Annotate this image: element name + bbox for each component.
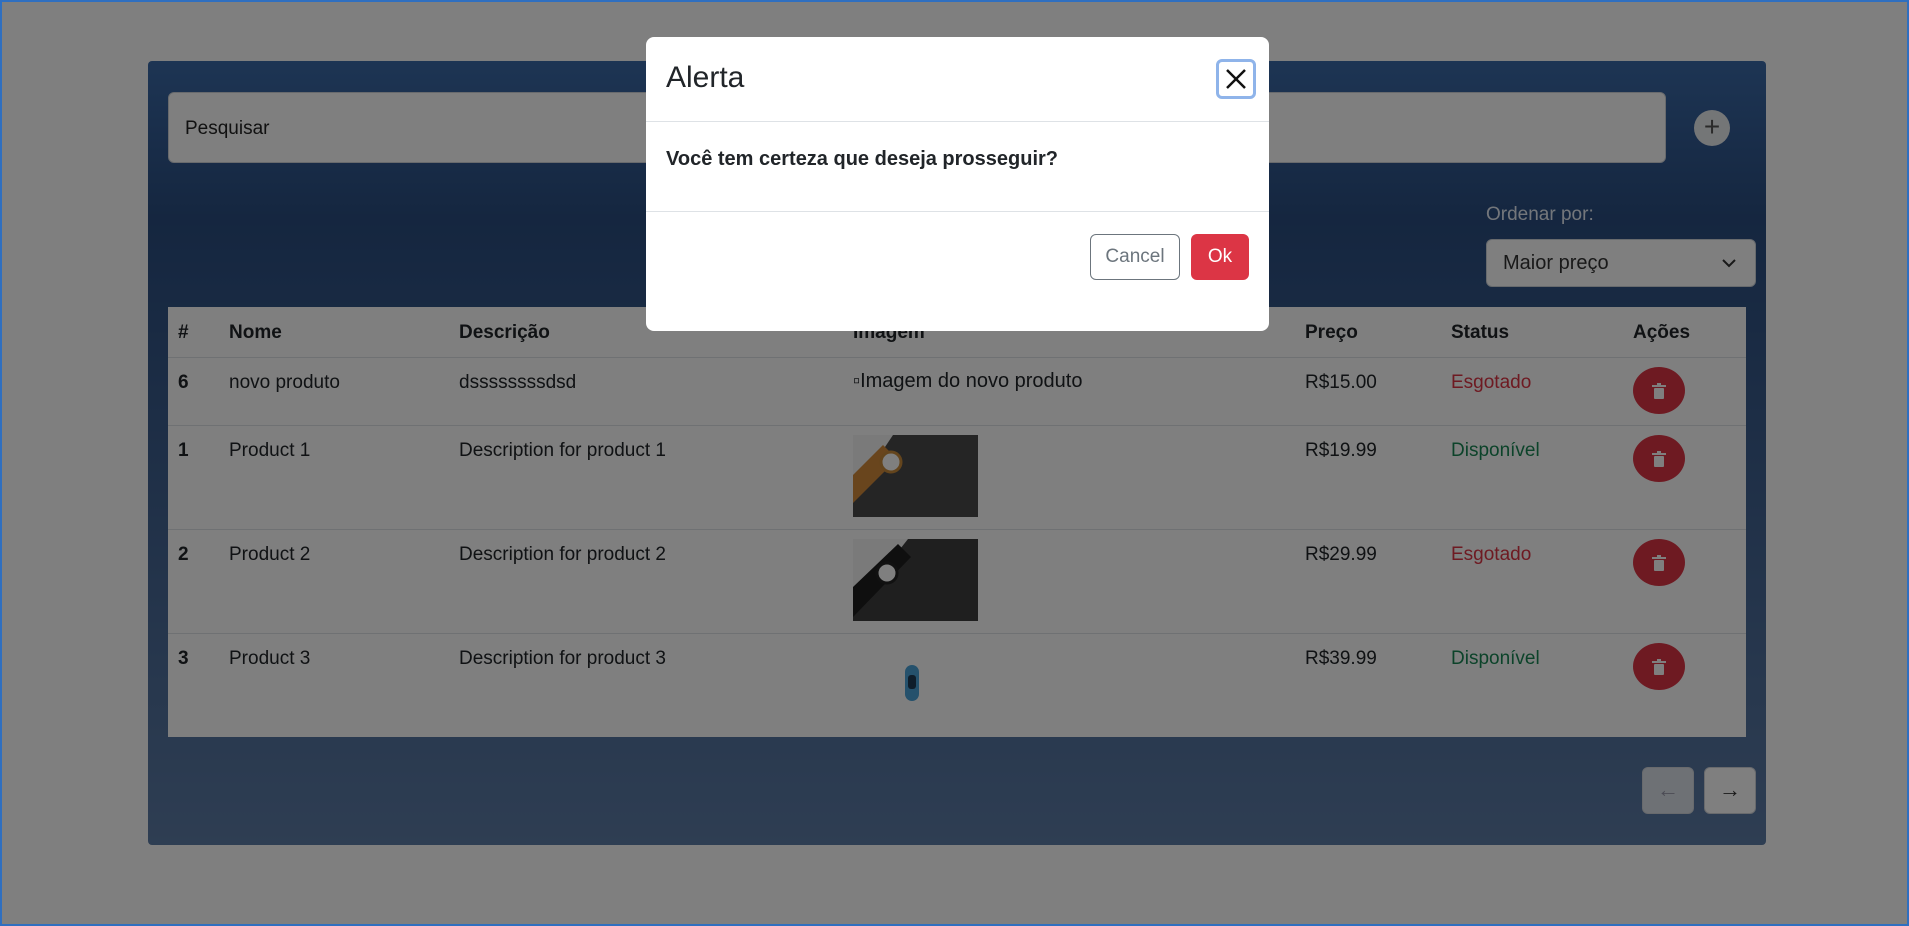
close-icon: [1226, 69, 1246, 89]
dialog-message: Você tem certeza que deseja prosseguir?: [666, 148, 1059, 170]
dialog-title: Alerta: [666, 61, 745, 94]
close-button[interactable]: [1216, 59, 1256, 99]
alert-dialog: Alerta Você tem certeza que deseja pross…: [646, 37, 1269, 331]
dialog-body: Você tem certeza que deseja prosseguir?: [646, 122, 1269, 212]
cancel-button[interactable]: Cancel: [1090, 234, 1180, 280]
dialog-header: Alerta: [646, 37, 1269, 122]
ok-button[interactable]: Ok: [1191, 234, 1249, 280]
